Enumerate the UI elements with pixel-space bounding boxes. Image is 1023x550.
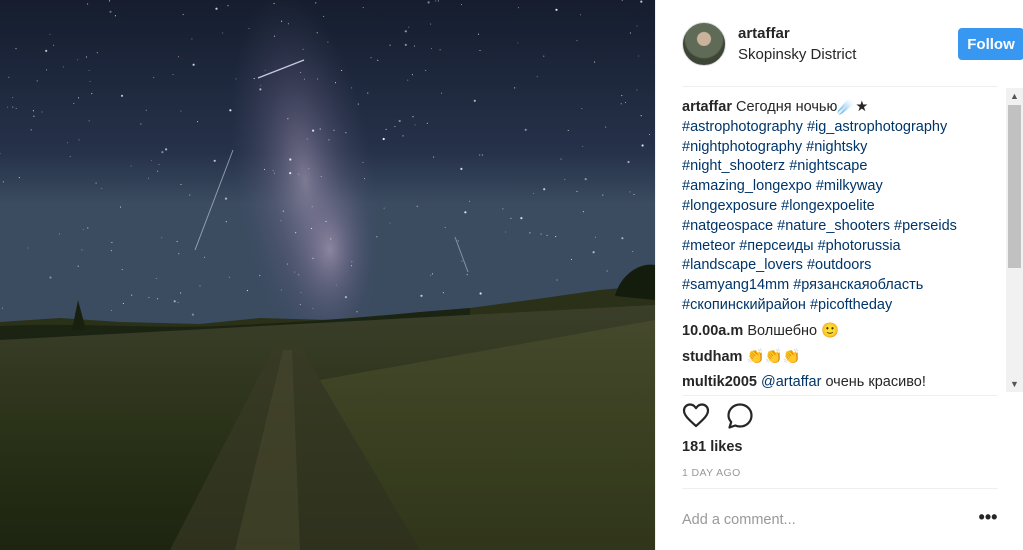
- comment-item: studham 👏👏👏: [682, 348, 1002, 368]
- add-comment-input[interactable]: [682, 509, 962, 531]
- post-photo[interactable]: [0, 0, 655, 550]
- comment-mention[interactable]: @artaffar: [761, 374, 821, 390]
- follow-button[interactable]: Follow: [958, 28, 1023, 60]
- likes-count[interactable]: 181 likes: [682, 439, 742, 455]
- comment-bubble-icon[interactable]: [726, 402, 754, 430]
- comment-username[interactable]: multik2005: [682, 374, 757, 390]
- more-options-icon[interactable]: •••: [978, 508, 998, 530]
- hashtag-line[interactable]: #meteor #персеиды #photorussia: [682, 238, 901, 254]
- comments-list[interactable]: artaffar Сегодня ночью☄️★ #astrophotogra…: [682, 98, 1002, 393]
- scroll-up-arrow-icon[interactable]: ▲: [1006, 88, 1023, 104]
- hashtag-line[interactable]: #astrophotography #ig_astrophotography: [682, 119, 947, 135]
- heart-icon[interactable]: [682, 402, 710, 430]
- hashtag-line[interactable]: #landscape_lovers #outdoors: [682, 257, 871, 273]
- hashtag-line[interactable]: #night_shooterz #nightscape: [682, 158, 867, 174]
- post-sidebar: artaffar Skopinsky District Follow artaf…: [655, 0, 1023, 550]
- comment-username[interactable]: studham: [682, 349, 742, 365]
- location-link[interactable]: Skopinsky District: [738, 46, 856, 63]
- comment-text: 👏👏👏: [746, 348, 801, 365]
- hashtag-line[interactable]: #скопинскийрайон #picoftheday: [682, 297, 892, 313]
- photo-scene: [0, 0, 655, 550]
- post-timestamp[interactable]: 1 DAY AGO: [682, 467, 741, 479]
- comment-username[interactable]: 10.00a.m: [682, 323, 743, 339]
- hashtag-line[interactable]: #nightphotography #nightsky: [682, 139, 867, 155]
- comment-text: Сегодня ночью☄️★: [736, 99, 869, 115]
- footer-divider: [682, 488, 998, 489]
- avatar[interactable]: [682, 22, 726, 66]
- comment-item: 10.00a.m Волшебно 🙂: [682, 322, 1002, 342]
- comment-item: multik2005 @artaffar очень красиво!: [682, 373, 1002, 393]
- hashtag-line[interactable]: #natgeospace #nature_shooters #perseids: [682, 218, 957, 234]
- comment-text: Волшебно 🙂: [747, 322, 840, 339]
- comments-scrollbar[interactable]: ▲ ▼: [1006, 88, 1023, 392]
- username-link[interactable]: artaffar: [738, 25, 790, 42]
- post-header: artaffar Skopinsky District Follow: [682, 22, 1023, 68]
- header-divider: [682, 86, 998, 87]
- caption-comment: artaffar Сегодня ночью☄️★ #astrophotogra…: [682, 98, 1002, 316]
- hashtag-line[interactable]: #samyang14mm #рязанскаяобласть: [682, 277, 923, 293]
- comments-divider: [682, 395, 998, 396]
- comment-username[interactable]: artaffar: [682, 99, 732, 115]
- scroll-thumb[interactable]: [1008, 105, 1021, 268]
- scroll-down-arrow-icon[interactable]: ▼: [1006, 376, 1023, 392]
- comment-text: очень красиво!: [825, 374, 926, 391]
- hashtag-line[interactable]: #amazing_longexpo #milkyway: [682, 178, 883, 194]
- hashtag-line[interactable]: #longexposure #longexpoelite: [682, 198, 875, 214]
